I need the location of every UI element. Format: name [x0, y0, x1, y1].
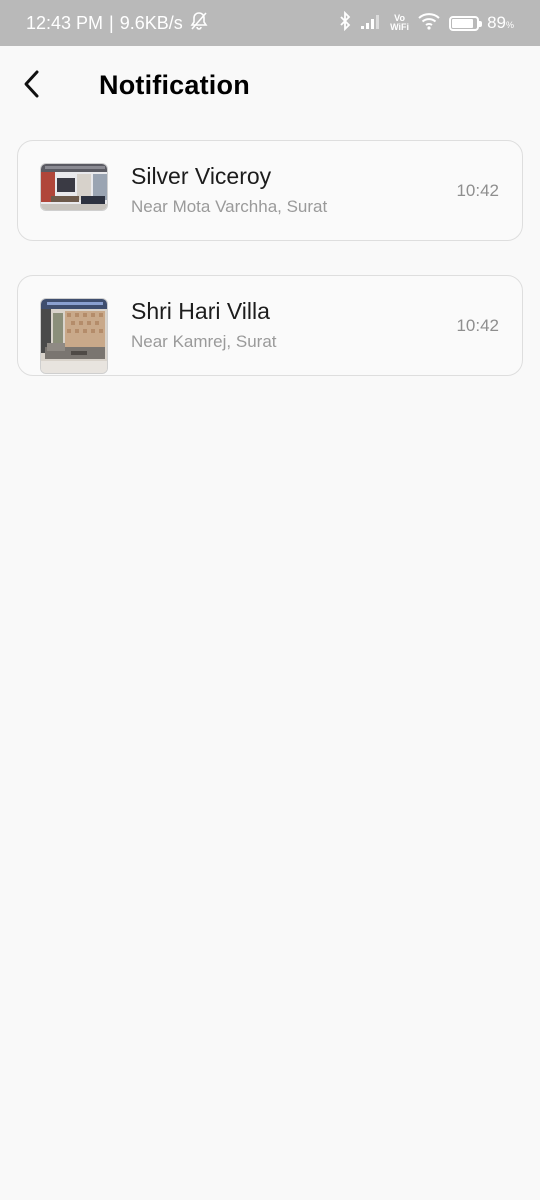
- notification-card[interactable]: Silver Viceroy Near Mota Varchha, Surat …: [17, 140, 523, 241]
- vowifi-bottom: WiFi: [390, 22, 410, 32]
- status-left: 12:43 PM | 9.6KB/s: [26, 11, 209, 36]
- battery-fill: [452, 18, 474, 28]
- signal-icon: [360, 13, 382, 34]
- property-thumbnail: [40, 298, 108, 374]
- back-button[interactable]: [14, 66, 50, 106]
- notification-subtitle: Near Kamrej, Surat: [131, 332, 277, 351]
- status-right: Vo WiFi 89%: [338, 10, 514, 36]
- living-room-image: [41, 164, 107, 210]
- chevron-left-icon: [21, 69, 43, 104]
- battery-percent: 89%: [487, 13, 514, 33]
- villa-interior-image: [41, 299, 107, 373]
- notification-title: Silver Viceroy: [131, 163, 272, 189]
- battery-value: 89: [487, 13, 506, 32]
- notification-title: Shri Hari Villa: [131, 298, 270, 324]
- notification-time: 10:42: [456, 316, 499, 335]
- status-bar: 12:43 PM | 9.6KB/s Vo WiFi 89%: [0, 0, 540, 46]
- notification-time: 10:42: [456, 181, 499, 200]
- battery-unit: %: [505, 20, 514, 30]
- status-separator: |: [109, 12, 114, 33]
- bluetooth-icon: [338, 10, 352, 36]
- app-header: Notification: [0, 46, 540, 126]
- wifi-icon: [417, 12, 441, 35]
- bell-muted-icon: [189, 11, 209, 36]
- notification-card[interactable]: Shri Hari Villa Near Kamrej, Surat 10:42: [17, 275, 523, 376]
- status-time: 12:43 PM: [26, 12, 104, 33]
- vowifi-indicator: Vo WiFi: [390, 14, 409, 32]
- page-title: Notification: [99, 70, 250, 100]
- battery-icon: [449, 15, 483, 31]
- property-thumbnail: [40, 163, 108, 211]
- notification-list: Silver Viceroy Near Mota Varchha, Surat …: [17, 140, 523, 410]
- notification-subtitle: Near Mota Varchha, Surat: [131, 197, 328, 216]
- status-network-speed: 9.6KB/s: [119, 12, 183, 33]
